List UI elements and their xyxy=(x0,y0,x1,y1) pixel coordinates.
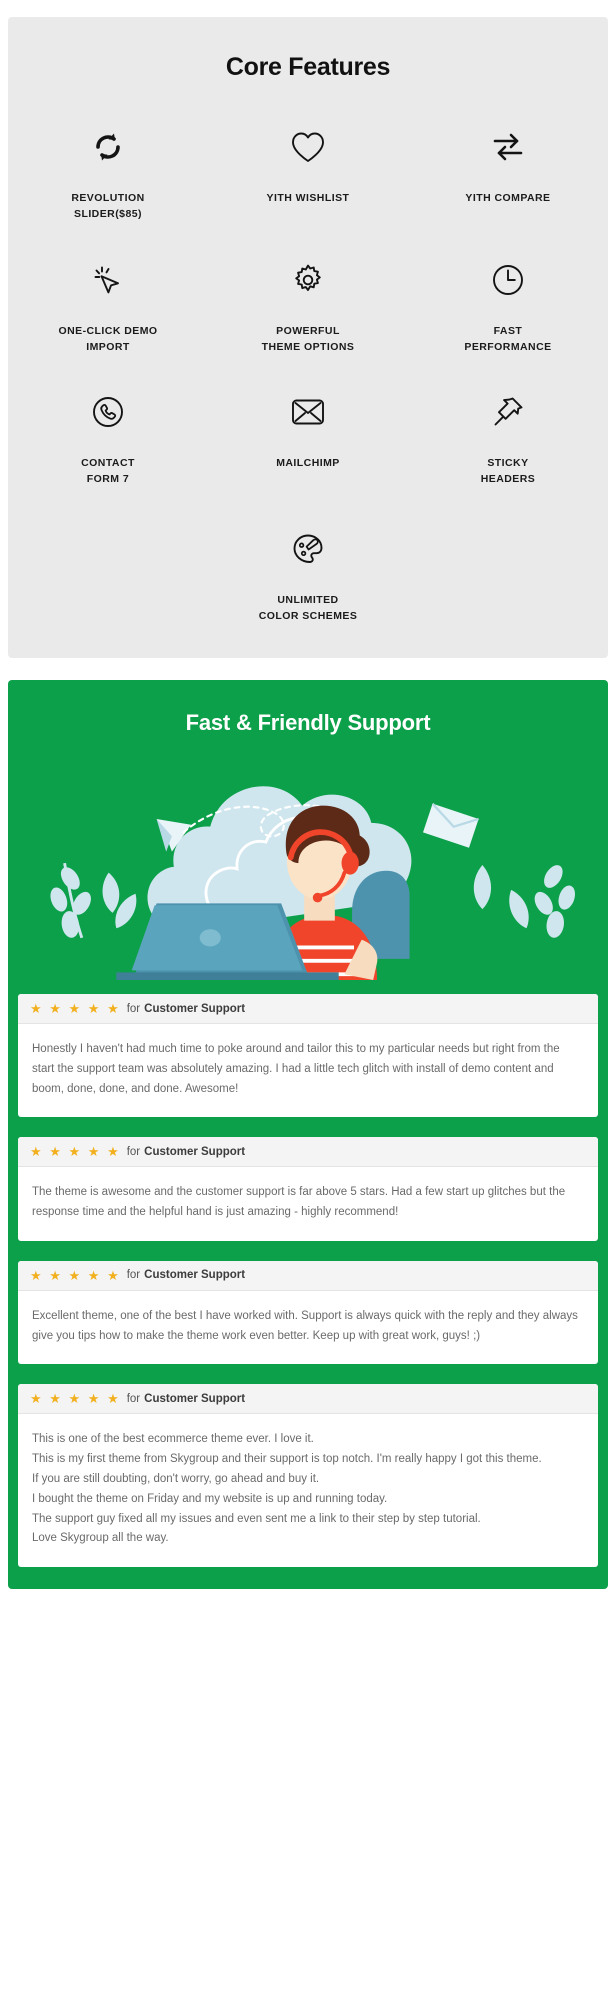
review-header: ★ ★ ★ ★ ★ for Customer Support xyxy=(18,994,598,1025)
feature-label: CONTACT FORM 7 xyxy=(81,457,135,486)
review-body: This is one of the best ecommerce theme … xyxy=(32,1433,542,1545)
feature-yith-wishlist[interactable]: YITH WISHLIST xyxy=(208,124,408,223)
landing-page: Core Features REVOLUTION SLIDER($85) YIT… xyxy=(0,17,616,1590)
feature-label: POWERFUL THEME OPTIONS xyxy=(261,324,355,353)
feature-label: MAILCHIMP xyxy=(276,457,340,470)
feature-one-click-demo-import[interactable]: ONE-CLICK DEMO IMPORT xyxy=(8,257,208,356)
review-for-label: for xyxy=(126,1269,141,1282)
star-rating-icon: ★ ★ ★ ★ ★ xyxy=(30,1391,121,1407)
review-card: ★ ★ ★ ★ ★ for Customer Support This is o… xyxy=(18,1384,598,1568)
review-header: ★ ★ ★ ★ ★ for Customer Support xyxy=(18,1260,598,1291)
feature-label: FAST PERFORMANCE xyxy=(464,324,552,353)
feature-contact-form-7[interactable]: CONTACT FORM 7 xyxy=(8,389,208,488)
star-rating-icon: ★ ★ ★ ★ ★ xyxy=(30,1144,121,1160)
phone-circle-icon xyxy=(12,389,204,435)
review-body: The theme is awesome and the customer su… xyxy=(32,1186,566,1219)
feature-revolution-slider[interactable]: REVOLUTION SLIDER($85) xyxy=(8,124,208,223)
heart-icon xyxy=(212,124,404,170)
feature-label: YITH COMPARE xyxy=(465,192,551,204)
review-header: ★ ★ ★ ★ ★ for Customer Support xyxy=(18,1384,598,1415)
gear-icon xyxy=(212,257,404,303)
review-body: Honestly I haven't had much time to poke… xyxy=(32,1043,560,1095)
support-title: Fast & Friendly Support xyxy=(185,710,431,736)
review-subject: Customer Support xyxy=(144,1002,246,1015)
support-section: Fast & Friendly Support ★ ★ ★ ★ ★ for Cu… xyxy=(8,680,608,1590)
refresh-sync-icon xyxy=(12,124,204,170)
feature-unlimited-color-schemes[interactable]: UNLIMITED COLOR SCHEMES xyxy=(208,526,408,625)
features-grid: REVOLUTION SLIDER($85) YITH WISHLIST YIT… xyxy=(8,124,608,624)
cursor-click-icon xyxy=(12,257,204,303)
core-features-section: Core Features REVOLUTION SLIDER($85) YIT… xyxy=(8,17,608,659)
palette-icon xyxy=(212,526,404,572)
star-rating-icon: ★ ★ ★ ★ ★ xyxy=(30,1267,121,1283)
review-body: Excellent theme, one of the best I have … xyxy=(32,1309,578,1342)
star-rating-icon: ★ ★ ★ ★ ★ xyxy=(30,1001,121,1017)
feature-label: UNLIMITED COLOR SCHEMES xyxy=(258,593,358,622)
review-card: ★ ★ ★ ★ ★ for Customer Support The theme… xyxy=(18,1137,598,1241)
review-for-label: for xyxy=(126,1392,141,1405)
compare-arrows-icon xyxy=(412,124,604,170)
feature-label: REVOLUTION SLIDER($85) xyxy=(71,192,145,221)
feature-label: YITH WISHLIST xyxy=(266,192,350,204)
feature-label: ONE-CLICK DEMO IMPORT xyxy=(58,324,158,353)
review-subject: Customer Support xyxy=(144,1269,246,1282)
review-subject: Customer Support xyxy=(144,1392,246,1405)
page-title: Core Features xyxy=(225,53,391,81)
envelope-icon xyxy=(212,389,404,435)
feature-sticky-headers[interactable]: STICKY HEADERS xyxy=(408,389,608,488)
review-card: ★ ★ ★ ★ ★ for Customer Support Honestly … xyxy=(18,994,598,1118)
envelope-illustration-icon xyxy=(423,803,479,848)
clock-icon xyxy=(412,257,604,303)
feature-yith-compare[interactable]: YITH COMPARE xyxy=(408,124,608,223)
review-card: ★ ★ ★ ★ ★ for Customer Support Excellent… xyxy=(18,1260,598,1365)
feature-mailchimp[interactable]: MAILCHIMP xyxy=(208,389,408,488)
reviews-list: ★ ★ ★ ★ ★ for Customer Support Honestly … xyxy=(8,980,608,1568)
review-for-label: for xyxy=(126,1002,141,1015)
feature-powerful-theme-options[interactable]: POWERFUL THEME OPTIONS xyxy=(208,257,408,356)
pushpin-icon xyxy=(412,389,604,435)
features-last-row: UNLIMITED COLOR SCHEMES xyxy=(8,526,608,625)
review-for-label: for xyxy=(126,1145,141,1158)
feature-fast-performance[interactable]: FAST PERFORMANCE xyxy=(408,257,608,356)
feature-label: STICKY HEADERS xyxy=(480,457,536,486)
support-agent-headset-laptop-illustration xyxy=(50,786,575,981)
review-header: ★ ★ ★ ★ ★ for Customer Support xyxy=(18,1137,598,1168)
review-subject: Customer Support xyxy=(144,1145,246,1158)
